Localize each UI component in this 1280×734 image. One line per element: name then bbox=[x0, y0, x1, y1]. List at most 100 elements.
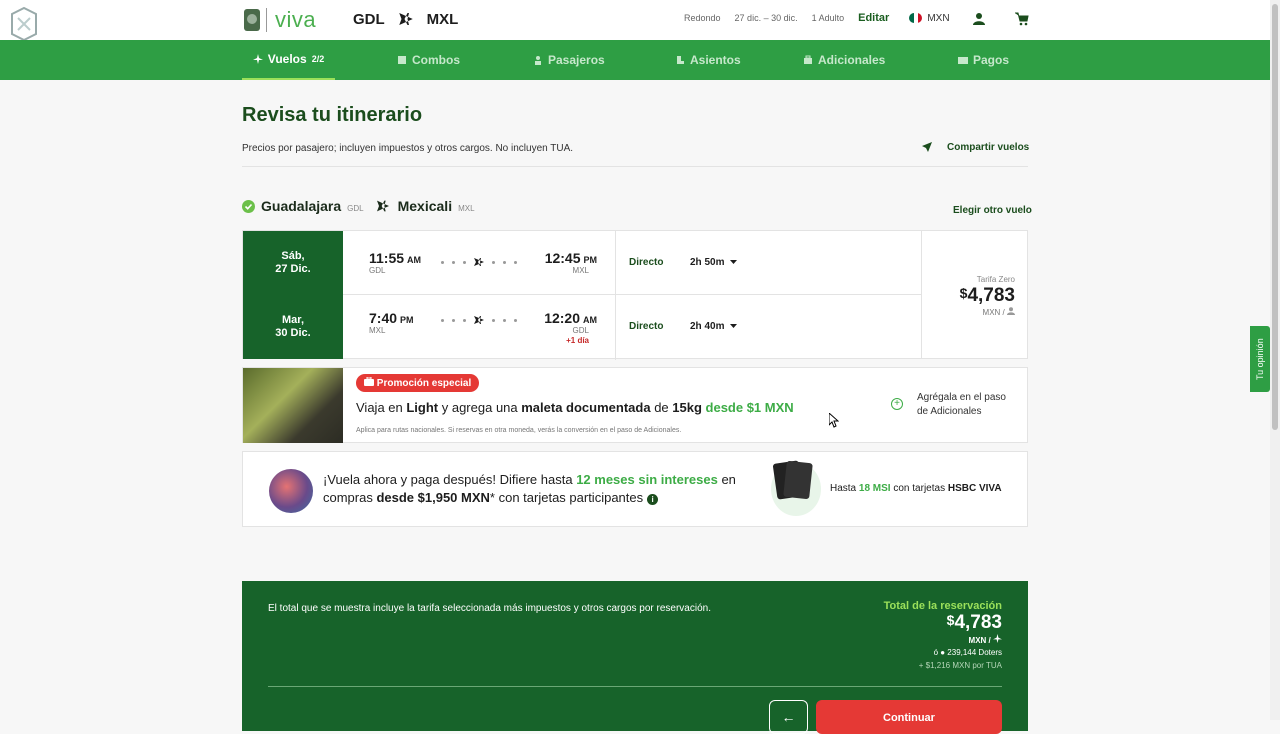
promo-image bbox=[243, 368, 343, 443]
duration-dropdown[interactable]: 2h 40m bbox=[690, 321, 738, 332]
flight-date: Sáb, 27 Dic. bbox=[243, 231, 343, 295]
airplane-icon bbox=[993, 634, 1002, 643]
step-label: Pasajeros bbox=[548, 53, 605, 67]
time-value: 7:40 bbox=[369, 310, 398, 326]
airplane-icon bbox=[398, 13, 413, 25]
travelers-image bbox=[269, 469, 313, 513]
doters-points: ó ● 239,144 Doters bbox=[933, 648, 1002, 657]
flight-type: Directo bbox=[629, 257, 664, 268]
step-asientos[interactable]: Asientos bbox=[675, 40, 741, 80]
badge-label: Promoción especial bbox=[376, 378, 472, 389]
flight-day: Sáb, bbox=[281, 250, 305, 262]
origin-code: GDL bbox=[353, 10, 385, 28]
time-value: 12:20 bbox=[544, 310, 580, 326]
step-combos[interactable]: Combos bbox=[397, 40, 460, 80]
divider bbox=[615, 231, 616, 360]
leg-heading: Guadalajara GDL Mexicali MXL bbox=[242, 198, 479, 214]
back-button[interactable]: ← bbox=[769, 700, 808, 734]
step-vuelos[interactable]: Vuelos 2/2 bbox=[242, 40, 335, 80]
page-title: Revisa tu itinerario bbox=[242, 104, 423, 126]
add-in-extras-link[interactable]: + Agrégala en el paso de Adicionales bbox=[891, 391, 1006, 419]
user-icon[interactable] bbox=[972, 12, 986, 26]
price-value: 4,783 bbox=[954, 612, 1002, 633]
payment-icon bbox=[958, 57, 968, 64]
mexico-seal-icon bbox=[244, 9, 260, 31]
promo-banner[interactable]: Promoción especial Viaja en Light y agre… bbox=[242, 367, 1028, 443]
time-ampm: AM bbox=[583, 315, 597, 325]
time-ampm: AM bbox=[407, 255, 422, 265]
mexico-flag-icon bbox=[909, 13, 923, 23]
flight-path bbox=[441, 257, 517, 267]
scrollbar[interactable] bbox=[1270, 0, 1280, 720]
divider bbox=[268, 686, 1002, 687]
step-pagos[interactable]: Pagos bbox=[958, 40, 1009, 80]
scrollbar-thumb[interactable] bbox=[1272, 4, 1278, 430]
time-value: 12:45 bbox=[544, 250, 581, 266]
trip-type: Redondo bbox=[684, 13, 721, 23]
promo-badge: Promoción especial bbox=[356, 374, 480, 392]
total-description: El total que se muestra incluye la tarif… bbox=[268, 603, 711, 614]
to-code: MXL bbox=[458, 203, 475, 213]
hsbc-text: Hasta 18 MSI con tarjetas HSBC VIVA bbox=[830, 483, 1002, 494]
flight-row[interactable]: Mar, 30 Dic. 7:40 PM MXL 12:20 AM GDL +1 d… bbox=[243, 295, 921, 359]
viva-logo[interactable]: viva bbox=[242, 6, 316, 34]
cart-icon[interactable] bbox=[1015, 12, 1029, 26]
currency-selector[interactable]: MXN bbox=[909, 13, 963, 24]
share-flights-button[interactable]: Compartir vuelos bbox=[921, 141, 1029, 153]
duration-text: 2h 40m bbox=[690, 321, 725, 332]
flight-day: Mar, bbox=[281, 314, 304, 326]
airplane-icon bbox=[376, 200, 389, 212]
to-city: Mexicali bbox=[397, 198, 453, 214]
promo-headline: Viaja en Light y agrega una maleta docum… bbox=[356, 400, 794, 415]
passenger-count: 1 Adulto bbox=[811, 13, 845, 23]
airplane-icon bbox=[474, 316, 484, 324]
info-icon[interactable]: i bbox=[647, 494, 659, 505]
departure-time: 7:40 PM bbox=[369, 310, 414, 326]
share-label: Compartir vuelos bbox=[947, 141, 1030, 153]
flight-card: Sáb, 27 Dic. 11:55 AM GDL 12:45 PM MXL Dir… bbox=[242, 230, 1028, 360]
unit-text: MXN / bbox=[982, 308, 1005, 317]
person-icon bbox=[1007, 307, 1015, 315]
departure-airport: MXL bbox=[369, 326, 386, 335]
brand-wordmark: viva bbox=[275, 7, 317, 32]
flight-date-text: 30 Dic. bbox=[275, 327, 311, 339]
feedback-tab[interactable]: Tu opinión bbox=[1250, 326, 1270, 392]
tua-fee: + $1,216 MXN por TUA bbox=[918, 661, 1002, 670]
continue-button[interactable]: Continuar bbox=[816, 700, 1002, 734]
plus-circle-icon: + bbox=[891, 398, 903, 410]
chevron-down-icon bbox=[730, 324, 738, 328]
price-value: 4,783 bbox=[967, 285, 1015, 306]
step-pasajeros[interactable]: Pasajeros bbox=[533, 40, 605, 80]
fare-label: Tarifa Zero bbox=[976, 275, 1015, 284]
fare-unit: MXN / bbox=[983, 307, 1015, 317]
unit-text: MXN / bbox=[968, 636, 991, 645]
step-label: Pagos bbox=[973, 53, 1010, 67]
from-city: Guadalajara bbox=[261, 198, 342, 214]
arrival-time: 12:45 PM bbox=[545, 250, 597, 266]
fare-box[interactable]: Tarifa Zero $4,783 MXN / bbox=[921, 231, 1028, 358]
flight-type: Directo bbox=[629, 321, 664, 332]
step-label: Vuelos bbox=[267, 52, 307, 66]
next-day-indicator: +1 día bbox=[566, 336, 589, 345]
step-label: Adicionales bbox=[818, 53, 886, 67]
edit-search-link[interactable]: Editar bbox=[858, 12, 889, 24]
arrival-time: 12:20 AM bbox=[544, 310, 597, 326]
destination-code: MXL bbox=[426, 10, 459, 28]
choose-other-flight-link[interactable]: Elegir otro vuelo bbox=[953, 205, 1032, 216]
mouse-cursor-icon bbox=[829, 413, 839, 428]
trip-summary: Redondo 27 dic. – 30 dic. 1 Adulto Edita… bbox=[684, 12, 964, 24]
passenger-icon bbox=[535, 56, 541, 65]
step-adicionales[interactable]: Adicionales bbox=[803, 40, 885, 80]
time-ampm: PM bbox=[583, 255, 598, 265]
combo-icon bbox=[398, 56, 406, 64]
fare-price: $4,783 bbox=[960, 285, 1015, 307]
duration-dropdown[interactable]: 2h 50m bbox=[690, 257, 738, 268]
add-line-1: Agrégala en el paso bbox=[917, 392, 1006, 403]
total-unit: MXN / bbox=[969, 634, 1002, 645]
extension-logo-icon[interactable] bbox=[8, 6, 40, 42]
flight-row[interactable]: Sáb, 27 Dic. 11:55 AM GDL 12:45 PM MXL Dir… bbox=[243, 231, 921, 295]
credit-cards-image bbox=[771, 460, 821, 516]
total-price: $4,783 bbox=[947, 612, 1002, 634]
arrival-airport: MXL bbox=[572, 266, 589, 275]
flight-date: Mar, 30 Dic. bbox=[243, 295, 343, 359]
